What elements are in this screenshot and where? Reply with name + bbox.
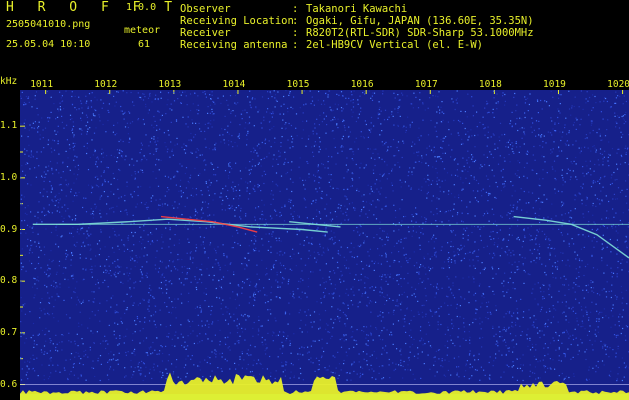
field-key: Receiver <box>180 27 231 39</box>
y-tick-label: 1.0 <box>0 171 18 183</box>
x-tick-label: 1020 <box>607 79 629 90</box>
y-axis-unit: kHz <box>0 76 18 87</box>
observer-row: Observer: Takanori Kawachi <box>180 3 408 15</box>
field-value: Ogaki, Gifu, JAPAN (136.60E, 35.35N) <box>306 15 534 27</box>
x-tick-label: 1017 <box>414 79 438 90</box>
image-filename: 2505041010.png <box>6 19 91 30</box>
x-tick-label: 1015 <box>286 79 310 90</box>
x-tick-label: 1019 <box>543 79 566 90</box>
receiver-row: Receiver: R820T2(RTL-SDR) SDR-Sharp 53.10… <box>180 27 534 39</box>
field-key: Receiving Location <box>180 15 294 27</box>
field-value: 2el-HB9CV Vertical (el. E-W) <box>306 39 484 51</box>
noise-layer <box>20 90 629 382</box>
field-value: Takanori Kawachi <box>306 3 408 15</box>
spectrogram-svg <box>20 90 629 400</box>
x-tick-label: 1011 <box>30 79 54 90</box>
y-tick-label: 0.7 <box>0 326 18 338</box>
y-tick-label: 1.1 <box>0 120 18 132</box>
x-tick-label: 1014 <box>222 79 246 90</box>
x-tick-label: 1016 <box>350 79 374 90</box>
x-tick-label: 1018 <box>478 79 502 90</box>
timestamp: 25.05.04 10:10 <box>6 39 91 50</box>
y-tick-label: 0.8 <box>0 275 18 287</box>
field-key: Observer <box>180 3 231 15</box>
spectrogram-plot <box>20 90 629 400</box>
app-version: 1.0.0 <box>126 2 157 13</box>
signal-strength-band <box>20 372 629 400</box>
meteor-count: 61 <box>138 39 151 50</box>
x-tick-label: 1013 <box>158 79 182 90</box>
meteor-label: meteor <box>124 25 161 36</box>
y-tick-label: 0.9 <box>0 223 18 235</box>
field-value: R820T2(RTL-SDR) SDR-Sharp 53.1000MHz <box>306 27 534 39</box>
x-tick-label: 1012 <box>94 79 118 90</box>
header-panel: H R O F F T 1.0.0 2505041010.png meteor … <box>0 0 629 56</box>
meteor-trace <box>513 215 629 259</box>
antenna-row: Receiving antenna:2el-HB9CV Vertical (el… <box>180 39 484 51</box>
y-tick-label: 0.6 <box>0 378 18 390</box>
field-key: Receiving antenna <box>180 39 288 51</box>
location-row: Receiving Location: Ogaki, Gifu, JAPAN (1… <box>180 15 534 27</box>
